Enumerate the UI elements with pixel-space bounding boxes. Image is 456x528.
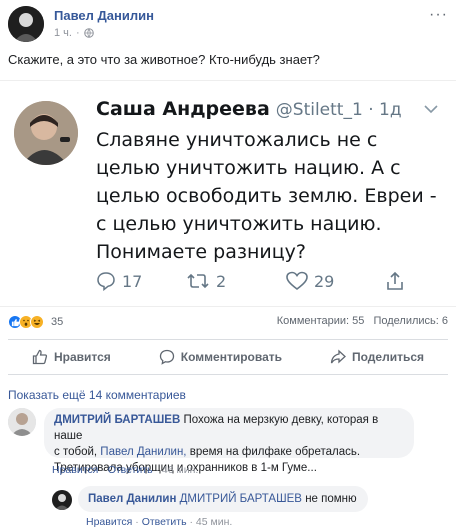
- reply-like-link[interactable]: Нравится: [86, 516, 132, 528]
- reply-avatar-image: [52, 490, 72, 510]
- tweet-handle: @Stilett_1 · 1д: [275, 100, 402, 120]
- reply-bubble: Павел Данилин ДМИТРИЙ БАРТАШЕВ не помню: [78, 486, 368, 512]
- tweet-author: Саша Андреева @Stilett_1 · 1д: [96, 98, 402, 120]
- comment-bubble: ДМИТРИЙ БАРТАШЕВ Похожа на мерзкую девку…: [44, 408, 414, 474]
- tweet-line: Понимаете разницу?: [96, 241, 306, 263]
- comment-time[interactable]: 46 мин.: [162, 464, 198, 476]
- reactions-bar: 35 Комментарии: 55 Поделились: 6: [8, 312, 448, 332]
- post-action-bar: Нравится Комментировать Поделиться: [8, 339, 448, 375]
- tweet-share: [386, 271, 404, 291]
- reply-author[interactable]: Павел Данилин: [88, 493, 176, 505]
- tweet-like-count: 29: [314, 271, 335, 291]
- reactions-count[interactable]: 35: [51, 316, 63, 328]
- comment-author[interactable]: ДМИТРИЙ БАРТАШЕВ: [54, 414, 180, 426]
- author-avatar-image: [8, 6, 44, 42]
- tweet-line: целью освободить землю. Евреи -: [96, 185, 437, 207]
- reply-time[interactable]: 45 мин.: [196, 516, 232, 528]
- comment-reply-link[interactable]: Ответить: [108, 464, 153, 476]
- comments-count[interactable]: Комментарии: 55: [277, 315, 365, 327]
- shares-count[interactable]: Поделились: 6: [373, 315, 448, 327]
- comment-text: время на филфаке обреталась.: [189, 446, 361, 458]
- more-options-icon[interactable]: ···: [429, 6, 448, 24]
- tweet-avatar-image: [14, 101, 78, 165]
- reply-avatar[interactable]: [52, 490, 72, 510]
- post-meta: 1 ч. ·: [54, 27, 94, 39]
- haha-reaction-icon[interactable]: [30, 315, 44, 329]
- comment-item: ДМИТРИЙ БАРТАШЕВ Похожа на мерзкую девку…: [8, 408, 448, 480]
- thumbs-up-icon: [32, 349, 48, 365]
- comment-button[interactable]: Комментировать: [159, 349, 282, 365]
- post-time[interactable]: 1 ч.: [54, 27, 72, 39]
- tweet-retweet-count: 2: [216, 271, 227, 291]
- reply-actions: Нравится · Ответить · 45 мин.: [86, 516, 233, 528]
- chevron-down-icon: [424, 101, 438, 119]
- share-button-label: Поделиться: [351, 350, 425, 364]
- comment-button-label: Комментировать: [180, 350, 283, 364]
- commenter-avatar-image: [8, 408, 36, 436]
- tweet-reply: 17: [96, 271, 142, 291]
- like-button-label: Нравится: [53, 350, 111, 364]
- author-avatar[interactable]: [8, 6, 44, 42]
- post-author-name[interactable]: Павел Данилин: [54, 8, 154, 23]
- tweet-reply-count: 17: [122, 271, 143, 291]
- commenter-avatar[interactable]: [8, 408, 36, 436]
- tweet-like: 29: [286, 271, 334, 291]
- tweet-line: с целью уничтожить нацию.: [96, 213, 382, 235]
- comment-mention[interactable]: Павел Данилин,: [100, 446, 186, 458]
- tweet-line: целью уничтожить нацию. А с: [96, 157, 401, 179]
- post-header: Павел Данилин 1 ч. · ···: [8, 6, 448, 42]
- share-arrow-icon: [330, 349, 346, 364]
- comment-bubble-icon: [159, 349, 174, 365]
- globe-icon: [83, 28, 94, 38]
- reply-reply-link[interactable]: Ответить: [142, 516, 187, 528]
- comment-text: с тобой,: [54, 446, 98, 458]
- tweet-line: Славяне уничтожались не с: [96, 129, 378, 151]
- tweet-actions: 17 2 29: [96, 271, 416, 295]
- share-upload-icon: [387, 271, 403, 290]
- comment-actions: Нравится · Ответить · 46 мин.: [52, 464, 199, 476]
- tweet-screenshot[interactable]: Саша Андреева @Stilett_1 · 1д Славяне уни…: [0, 80, 456, 307]
- reply-item: Павел Данилин ДМИТРИЙ БАРТАШЕВ не помню …: [52, 486, 448, 528]
- tweet-body: Славяне уничтожались не с целью уничтожи…: [96, 126, 446, 266]
- share-button[interactable]: Поделиться: [330, 349, 424, 365]
- heart-icon: [286, 271, 308, 291]
- view-more-comments-link[interactable]: Показать ещё 14 комментариев: [8, 388, 186, 402]
- engagement-counts: Комментарии: 55 Поделились: 6: [277, 315, 448, 327]
- retweet-icon: [187, 273, 209, 289]
- reply-text: не помню: [305, 493, 357, 505]
- tweet-retweet: 2: [186, 271, 226, 291]
- reply-mention[interactable]: ДМИТРИЙ БАРТАШЕВ: [180, 493, 302, 505]
- reply-bubble-icon: [97, 272, 115, 291]
- like-button[interactable]: Нравится: [32, 349, 111, 365]
- post-text: Скажите, а это что за животное? Кто-нибу…: [8, 52, 320, 67]
- tweet-avatar: [14, 101, 78, 165]
- comment-like-link[interactable]: Нравится: [52, 464, 98, 476]
- tweet-author-name: Саша Андреева: [96, 98, 270, 120]
